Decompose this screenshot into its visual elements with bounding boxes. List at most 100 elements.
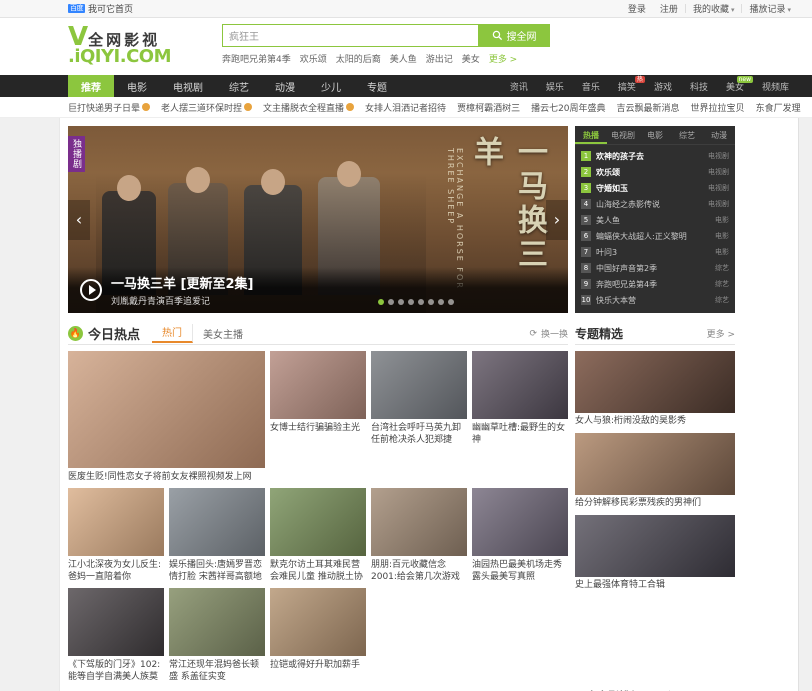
site-logo[interactable]: V 全网影视 .iQIYI.COM	[68, 24, 208, 66]
rank-item[interactable]: 2 欢乐颂 电视剧	[581, 164, 729, 180]
news-link[interactable]: 老人摆三道环保时捏	[161, 101, 263, 114]
special-item[interactable]: 给分钟解移民彩票残疾的男神们	[575, 433, 735, 509]
rank-item[interactable]: 3 守婚如玉 电视剧	[581, 180, 729, 196]
hot-card[interactable]: 女博士结行骗骗验主光	[270, 351, 366, 483]
hot-keyword[interactable]: 游出记	[426, 52, 453, 65]
rank-tab-hot[interactable]: 热播	[575, 126, 607, 144]
hot-keyword[interactable]: 欢乐颂	[300, 52, 327, 65]
nav-item-news[interactable]: 资讯	[501, 75, 537, 97]
nav-item-tv[interactable]: 电视剧	[160, 75, 216, 97]
nav-item-games[interactable]: 游戏	[645, 75, 681, 97]
hot-keywords-more-link[interactable]: 更多 >	[489, 52, 517, 65]
carousel-dot[interactable]	[438, 299, 444, 305]
carousel-prev-icon[interactable]: ‹	[68, 199, 90, 240]
nav-item-library[interactable]: 视频库	[753, 75, 798, 97]
nav-item-anime[interactable]: 动漫	[262, 75, 308, 97]
carousel-dots[interactable]	[378, 299, 454, 305]
news-link[interactable]: 东食厂发理	[756, 101, 812, 114]
special-more-link[interactable]: 更多 >	[707, 327, 735, 340]
baidu-home-label: 我可它首页	[88, 5, 134, 15]
rank-item[interactable]: 10 快乐大本营 综艺	[581, 292, 729, 308]
carousel-next-icon[interactable]: ›	[546, 199, 568, 240]
hot-card[interactable]: 医废生贬!同性恋女子将前女友裸照视频发上网	[68, 351, 265, 483]
hot-card[interactable]: 默克尔访土耳其难民营会难民儿童 推动脱土协议	[270, 488, 366, 583]
carousel-dot[interactable]	[388, 299, 394, 305]
hot-card-thumb	[270, 588, 366, 656]
hero-carousel[interactable]: EXCHANGE A HORSE FOR THREE SHEEP 一马换三羊 独…	[68, 126, 568, 313]
news-link[interactable]: 贾樟柯霸酒树三	[457, 101, 531, 114]
rank-category: 电视剧	[708, 152, 729, 160]
rank-item[interactable]: 5 美人鱼 电影	[581, 212, 729, 228]
new-badge: new	[736, 76, 753, 83]
rank-item[interactable]: 6 蝙蝠侠大战超人:正义黎明 电影	[581, 228, 729, 244]
hot-card[interactable]: 朋朋:百元收藏信念2001:给会第几次游戏的游戏?	[371, 488, 467, 583]
rank-item[interactable]: 7 叶问3 电影	[581, 244, 729, 260]
search-button[interactable]: 搜全网	[478, 24, 550, 47]
history-menu[interactable]: 播放记录 ▾	[742, 2, 798, 15]
hot-refresh-button[interactable]: ⟳ 换一换	[529, 327, 568, 341]
rank-tab-movie[interactable]: 电影	[639, 126, 671, 144]
special-item[interactable]: 史上最强体育特工合辑	[575, 515, 735, 591]
register-link[interactable]: 注册	[653, 2, 685, 15]
nav-item-music[interactable]: 音乐	[573, 75, 609, 97]
hot-today-tabs: 热门 美女主播	[152, 324, 253, 343]
nav-item-kids[interactable]: 少儿	[308, 75, 354, 97]
rank-item[interactable]: 8 中国好声音第2季 综艺	[581, 260, 729, 276]
rank-number: 8	[581, 263, 591, 273]
main-nav-left: 推荐 电影 电视剧 综艺 动漫 少儿 专题	[68, 75, 400, 97]
hot-card[interactable]: 常江还现年混妈爸长顿盛 系盖征实变	[169, 588, 265, 683]
rank-tab-tv[interactable]: 电视剧	[607, 126, 639, 144]
hot-keyword[interactable]: 美人鱼	[390, 52, 417, 65]
carousel-dot[interactable]	[428, 299, 434, 305]
play-icon[interactable]	[80, 279, 102, 301]
carousel-dot[interactable]	[378, 299, 384, 305]
search-input[interactable]	[222, 24, 478, 47]
hot-keyword[interactable]: 太阳的后裔	[336, 52, 381, 65]
hot-card[interactable]: 江小北深夜为女儿反生:爸妈一直陪着你	[68, 488, 164, 583]
special-item[interactable]: 女人与狼:桁闹没敌的昊影秀	[575, 351, 735, 427]
hot-tab-anchors[interactable]: 美女主播	[193, 326, 253, 341]
hot-card[interactable]: 台湾社会呼吁马英九卸任前枪决杀人犯郑捷	[371, 351, 467, 483]
hot-section-row: 🔥 今日热点 热门 美女主播 ⟳ 换一换 医废生贬!同性恋女子将前女友裸照视频发…	[68, 323, 798, 683]
hot-tab-popular[interactable]: 热门	[152, 324, 194, 343]
news-link[interactable]: 世界拉拉宝贝	[691, 101, 756, 114]
hot-card-thumb	[270, 351, 366, 419]
nav-item-variety[interactable]: 综艺	[216, 75, 262, 97]
carousel-dot[interactable]	[408, 299, 414, 305]
favorites-menu[interactable]: 我的收藏 ▾	[686, 2, 742, 15]
rank-tabs: 热播 电视剧 电影 综艺 动漫	[575, 126, 735, 145]
carousel-dot[interactable]	[448, 299, 454, 305]
nav-item-recommend[interactable]: 推荐	[68, 75, 114, 97]
baidu-home-link[interactable]: 百度 我可它首页	[68, 2, 133, 15]
rank-tab-variety[interactable]: 综艺	[671, 126, 703, 144]
hot-card[interactable]: 拉铠或得好升职加薪手	[270, 588, 366, 683]
news-link[interactable]: 女排人泪洒记者招待	[365, 101, 457, 114]
nav-item-tech[interactable]: 科技	[681, 75, 717, 97]
news-link[interactable]: 文主播脱衣全程直播	[263, 101, 365, 114]
hot-card[interactable]: 《下驾版的门牙》102: 能等自学自满美人族莫泣	[68, 588, 164, 683]
rank-tab-anime[interactable]: 动漫	[703, 126, 735, 144]
hot-keyword[interactable]: 奔跑吧兄弟第4季	[222, 52, 291, 65]
carousel-dot[interactable]	[418, 299, 424, 305]
carousel-dot[interactable]	[398, 299, 404, 305]
rank-title: 欢乐颂	[596, 167, 620, 177]
hot-keyword[interactable]: 美女	[462, 52, 480, 65]
news-link[interactable]: 播云七20周年盛典	[531, 101, 616, 114]
hot-card[interactable]: 油园热巴最美机场走秀 露头最美写真照	[472, 488, 568, 583]
nav-item-beauty[interactable]: 美女 new	[717, 75, 753, 97]
login-link[interactable]: 登录	[621, 2, 653, 15]
rank-item[interactable]: 4 山海经之赤影传说 电视剧	[581, 196, 729, 212]
news-link[interactable]: 吉云飘最新消息	[617, 101, 691, 114]
nav-item-movie[interactable]: 电影	[114, 75, 160, 97]
nav-item-funny[interactable]: 搞笑热	[609, 75, 645, 97]
news-text: 巨打快递男子日晕	[68, 103, 141, 114]
hot-card[interactable]: 娱乐播回头:唐嫣罗晋恋情打脸 宋茜祥哥高额地毯	[169, 488, 265, 583]
hot-card-caption: 常江还现年混妈爸长顿盛 系盖征实变	[169, 660, 260, 682]
nav-item-entertainment[interactable]: 娱乐	[537, 75, 573, 97]
news-link[interactable]: 巨打快递男子日晕	[68, 101, 161, 114]
hot-card[interactable]: 幽幽草吐槽:最野生的女神	[472, 351, 568, 483]
rank-item[interactable]: 9 奔跑吧兄弟第4季 综艺	[581, 276, 729, 292]
rank-title: 快乐大本营	[596, 295, 636, 305]
rank-item[interactable]: 1 欢神的孩子去 电视剧	[581, 148, 729, 164]
nav-item-topic[interactable]: 专题	[354, 75, 400, 97]
